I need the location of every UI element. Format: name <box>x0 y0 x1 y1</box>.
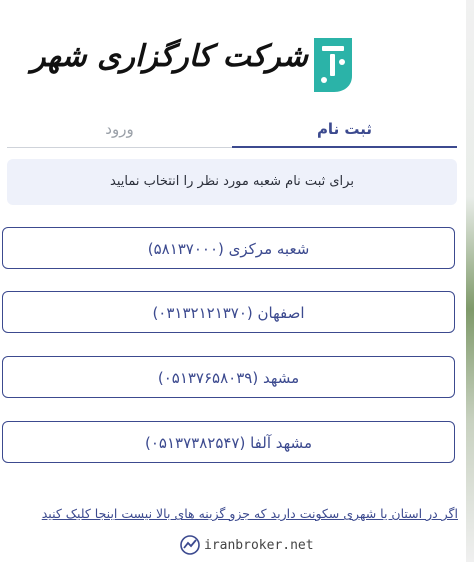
background-edge <box>466 0 474 562</box>
tab-register[interactable]: ثبت نام <box>232 116 457 148</box>
registration-panel: شرکت کارگزاری شهر ورود ثبت نام برای ثبت … <box>0 0 467 562</box>
auth-tabs: ورود ثبت نام <box>7 116 457 148</box>
branch-button-isfahan[interactable]: اصفهان (۰۳۱۳۲۱۲۱۳۷۰) <box>2 291 455 333</box>
trend-chart-icon <box>180 535 200 555</box>
other-city-link[interactable]: اگر در استان یا شهری سکونت دارید که جزو … <box>0 506 458 521</box>
branch-button-central[interactable]: شعبه مرکزی (۵۸۱۳۷۰۰۰) <box>2 227 455 269</box>
tab-login[interactable]: ورود <box>7 116 232 148</box>
watermark-text: iranbroker.net <box>204 537 314 553</box>
logo-mark-icon <box>314 38 352 92</box>
branch-button-mashhad-alfa[interactable]: مشهد آلفا (۰۵۱۳۷۳۸۲۵۴۷) <box>2 421 455 463</box>
company-name: شرکت کارگزاری شهر <box>31 39 309 74</box>
watermark: iranbroker.net <box>180 533 314 557</box>
company-logo: شرکت کارگزاری شهر <box>0 33 466 103</box>
info-message: برای ثبت نام شعبه مورد نظر را انتخاب نما… <box>7 159 457 205</box>
branch-button-mashhad[interactable]: مشهد (۰۵۱۳۷۶۵۸۰۳۹) <box>2 356 455 398</box>
